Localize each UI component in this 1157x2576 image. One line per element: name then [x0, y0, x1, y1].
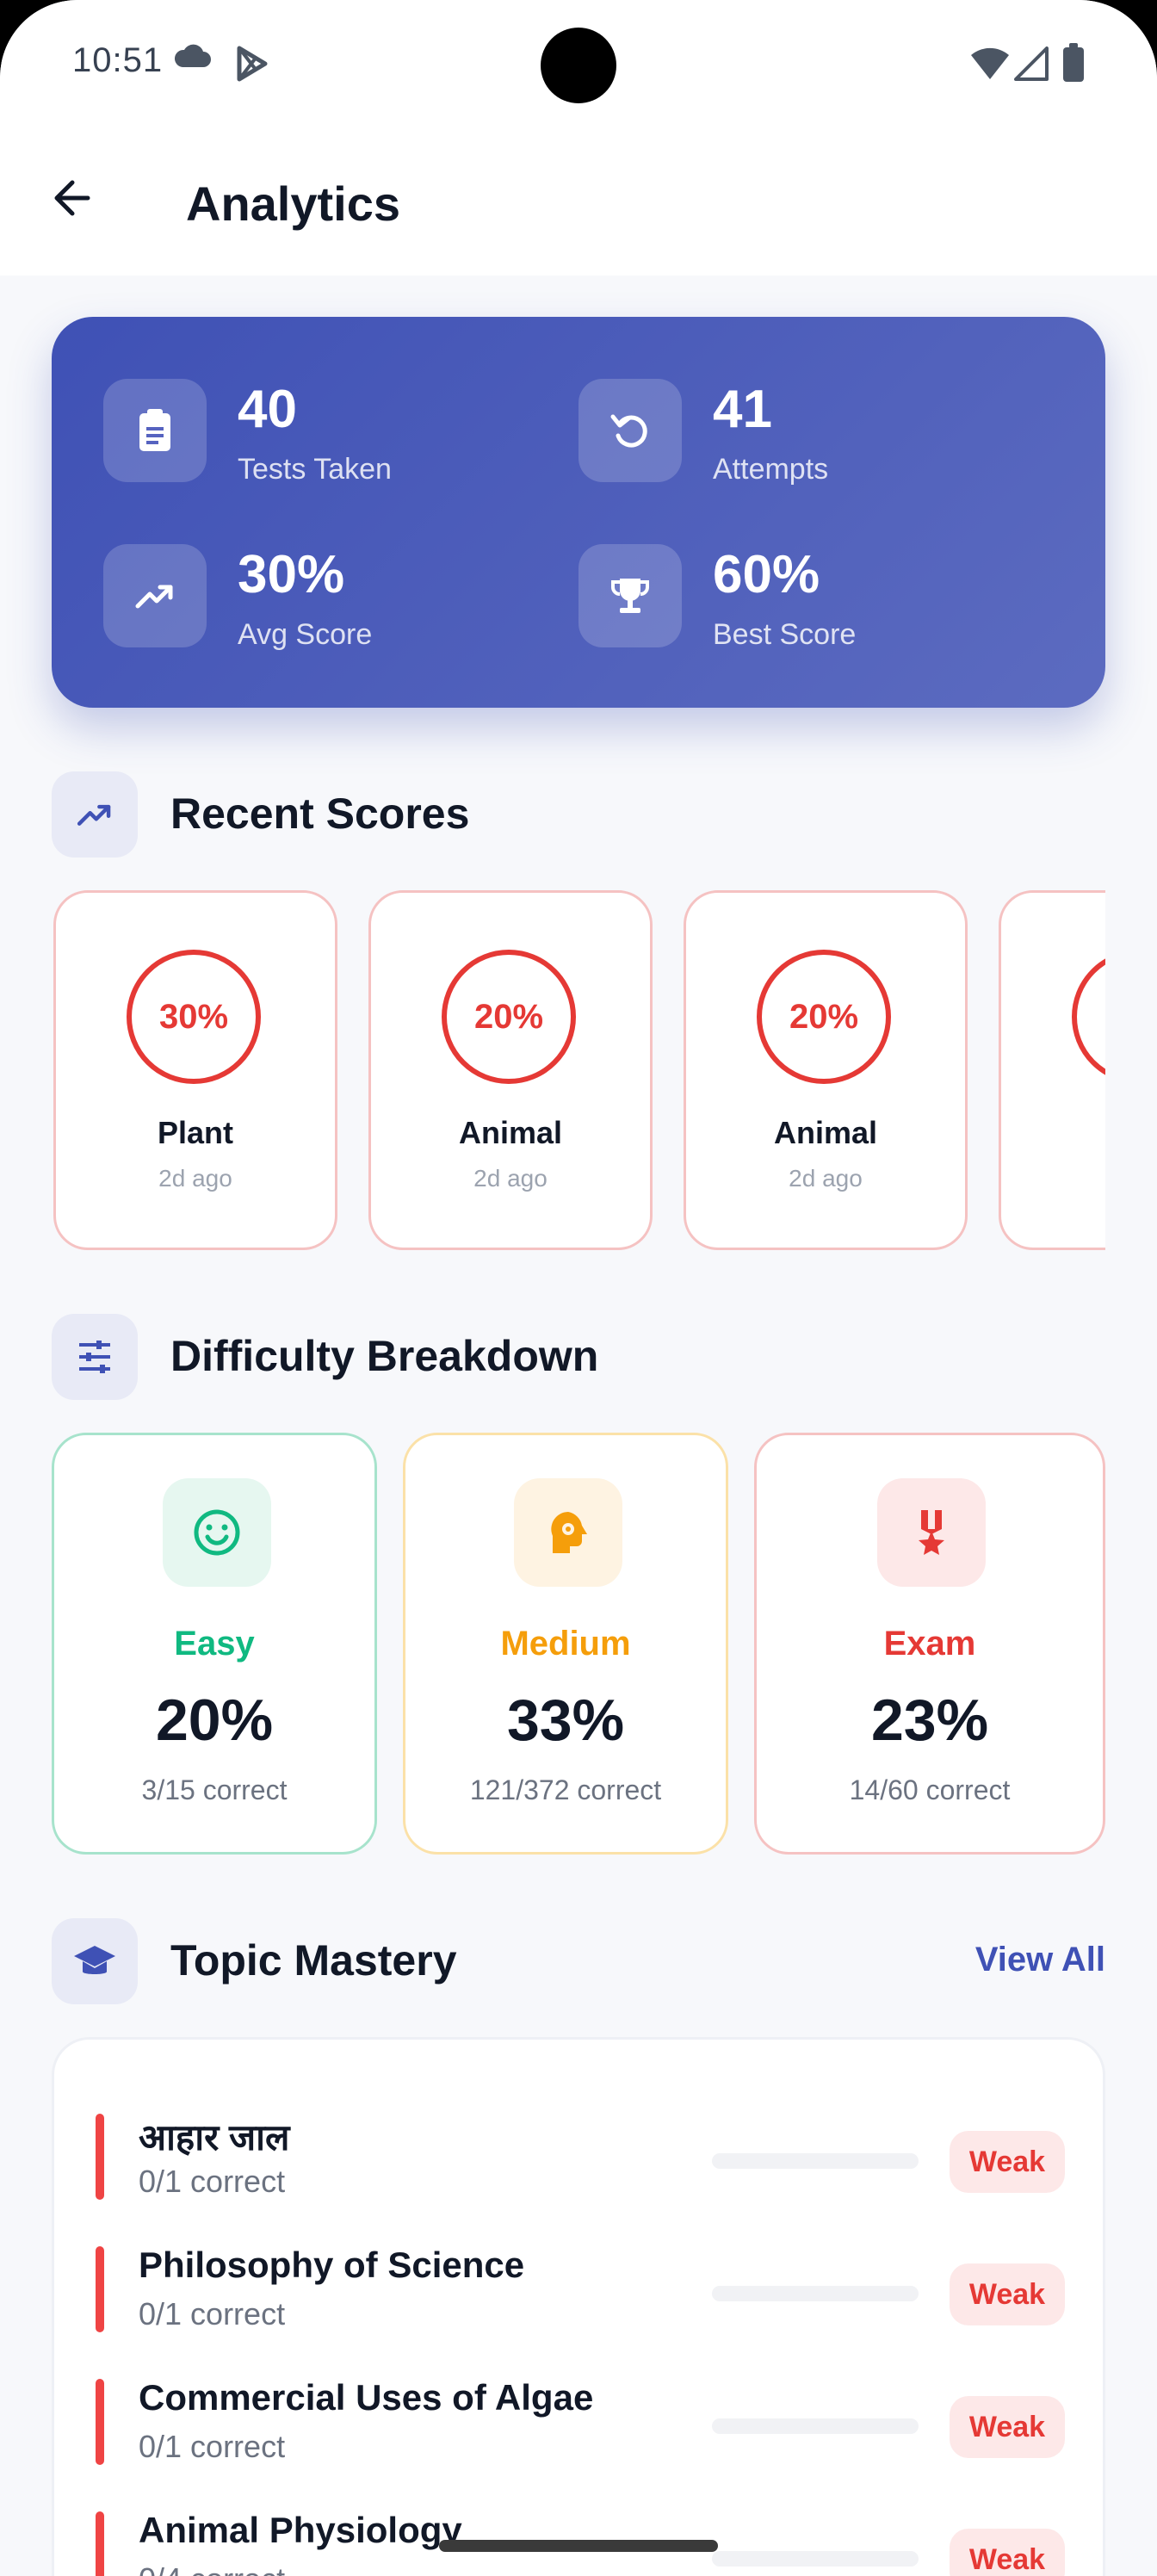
- topic-status-bar: [96, 2246, 104, 2332]
- difficulty-card-exam[interactable]: Exam 23% 14/60 correct: [754, 1433, 1105, 1855]
- stat-avg-score: 30% Avg Score: [103, 544, 551, 656]
- topic-row[interactable]: आहार जाल 0/1 correct Weak: [54, 2105, 1108, 2226]
- section-title: Difficulty Breakdown: [170, 1332, 599, 1380]
- score-card[interactable]: 30% Plant 2d ago: [53, 890, 337, 1250]
- front-camera: [541, 28, 616, 103]
- score-time: 2: [1001, 1165, 1105, 1192]
- score-card[interactable]: 20% Animal 2d ago: [368, 890, 653, 1250]
- difficulty-correct: 14/60 correct: [849, 1774, 1011, 1805]
- trending-up-icon: [52, 771, 138, 858]
- difficulty-card-easy[interactable]: Easy 20% 3/15 correct: [52, 1433, 377, 1855]
- stat-attempts: 41 Attempts: [578, 379, 1026, 491]
- status-bar: 10:51: [0, 0, 1157, 129]
- topic-correct: 0/1 correct: [139, 2164, 286, 2199]
- play-store-icon: [232, 45, 270, 87]
- topic-status-badge: Weak: [950, 2131, 1065, 2193]
- wifi-icon: [969, 46, 1011, 85]
- trophy-icon: [578, 544, 682, 647]
- view-all-link[interactable]: View All: [975, 1941, 1105, 1979]
- phone-screen: 10:51 Analytics 40 Tests Taken 41 Attemp…: [0, 0, 1157, 2576]
- difficulty-percent: 20%: [155, 1687, 274, 1753]
- restart-icon: [578, 379, 682, 482]
- topic-status-badge: Weak: [950, 2396, 1065, 2458]
- app-bar: Analytics: [0, 129, 1157, 276]
- score-ring: 20%: [442, 950, 576, 1084]
- stat-label: Best Score: [713, 618, 857, 651]
- score-topic: Plant: [157, 1115, 233, 1150]
- stat-tests-taken: 40 Tests Taken: [103, 379, 551, 491]
- arrow-left-icon: [54, 180, 90, 216]
- topic-progress-bar: [712, 2418, 919, 2434]
- difficulty-correct: 121/372 correct: [469, 1774, 662, 1805]
- topic-correct: 0/1 correct: [139, 2429, 286, 2464]
- back-button[interactable]: [40, 165, 105, 231]
- sliders-icon: [52, 1314, 138, 1400]
- stat-label: Avg Score: [238, 618, 373, 651]
- difficulty-card-medium[interactable]: Medium 33% 121/372 correct: [403, 1433, 728, 1855]
- score-time: 2d ago: [158, 1165, 232, 1192]
- trending-up-icon: [103, 544, 207, 647]
- section-title: Recent Scores: [170, 790, 470, 838]
- difficulty-percent: 33%: [506, 1687, 625, 1753]
- topic-status-bar: [96, 2114, 104, 2200]
- difficulty-correct: 3/15 correct: [141, 1774, 288, 1805]
- score-ring: 20%: [757, 950, 891, 1084]
- topic-status-bar: [96, 2379, 104, 2465]
- clipboard-icon: [103, 379, 207, 482]
- topic-progress-bar: [712, 2153, 919, 2169]
- difficulty-breakdown-header: Difficulty Breakdown: [52, 1314, 1105, 1400]
- stat-value: 60%: [713, 545, 820, 604]
- topic-correct: 0/4 correct: [139, 2561, 285, 2576]
- topic-status-badge: Weak: [950, 2529, 1065, 2576]
- stat-best-score: 60% Best Score: [578, 544, 1026, 656]
- stat-value: 30%: [238, 545, 345, 604]
- topic-status-badge: Weak: [950, 2263, 1065, 2325]
- score-time: 2d ago: [789, 1165, 863, 1192]
- topic-name: आहार जाल: [139, 2117, 290, 2158]
- topic-name: Commercial Uses of Algae: [139, 2377, 594, 2418]
- recent-scores-header: Recent Scores: [52, 771, 1105, 858]
- home-indicator[interactable]: [439, 2540, 718, 2552]
- section-title: Topic Mastery: [170, 1936, 457, 1985]
- difficulty-label: Exam: [883, 1625, 976, 1663]
- difficulty-label: Easy: [174, 1625, 255, 1663]
- topic-progress-bar: [712, 2286, 919, 2301]
- topic-status-bar: [96, 2511, 104, 2576]
- medal-icon: [877, 1478, 986, 1587]
- topic-row[interactable]: Commercial Uses of Algae 0/1 correct Wea…: [54, 2370, 1108, 2491]
- score-topic: Animal: [773, 1115, 878, 1150]
- score-ring: [1072, 950, 1105, 1084]
- graduation-cap-icon: [52, 1918, 138, 2004]
- score-topic: Animal: [458, 1115, 563, 1150]
- score-card[interactable]: 20% Animal 2d ago: [684, 890, 968, 1250]
- smile-icon: [163, 1478, 271, 1587]
- topic-progress-bar: [712, 2551, 919, 2567]
- recent-scores-list[interactable]: 30% Plant 2d ago 20% Animal 2d ago 20% A…: [52, 889, 1105, 1252]
- stats-summary-card: 40 Tests Taken 41 Attempts 30% Avg Score…: [52, 317, 1105, 708]
- page-title: Analytics: [186, 176, 400, 231]
- topic-mastery-header: Topic Mastery View All: [52, 1918, 1105, 2004]
- difficulty-label: Medium: [500, 1625, 631, 1663]
- cell-signal-icon: [1014, 46, 1049, 85]
- topic-correct: 0/1 correct: [139, 2296, 286, 2331]
- score-ring: 30%: [127, 950, 261, 1084]
- score-topic: M: [1001, 1115, 1105, 1151]
- topic-mastery-card: आहार जाल 0/1 correct Weak Philosophy of …: [52, 2037, 1105, 2576]
- score-time: 2d ago: [473, 1165, 548, 1192]
- brain-gear-icon: [514, 1478, 622, 1587]
- battery-icon: [1062, 43, 1085, 87]
- topic-name: Philosophy of Science: [139, 2245, 525, 2285]
- difficulty-percent: 23%: [870, 1687, 989, 1753]
- stat-value: 41: [713, 380, 772, 439]
- cloud-icon: [172, 43, 212, 73]
- stat-value: 40: [238, 380, 297, 439]
- stat-label: Tests Taken: [238, 453, 392, 486]
- topic-name: Animal Physiology: [139, 2510, 462, 2550]
- status-time: 10:51: [72, 41, 164, 79]
- topic-row[interactable]: Philosophy of Science 0/1 correct Weak: [54, 2238, 1108, 2358]
- score-card[interactable]: M 2: [999, 890, 1105, 1250]
- stat-label: Attempts: [713, 453, 829, 486]
